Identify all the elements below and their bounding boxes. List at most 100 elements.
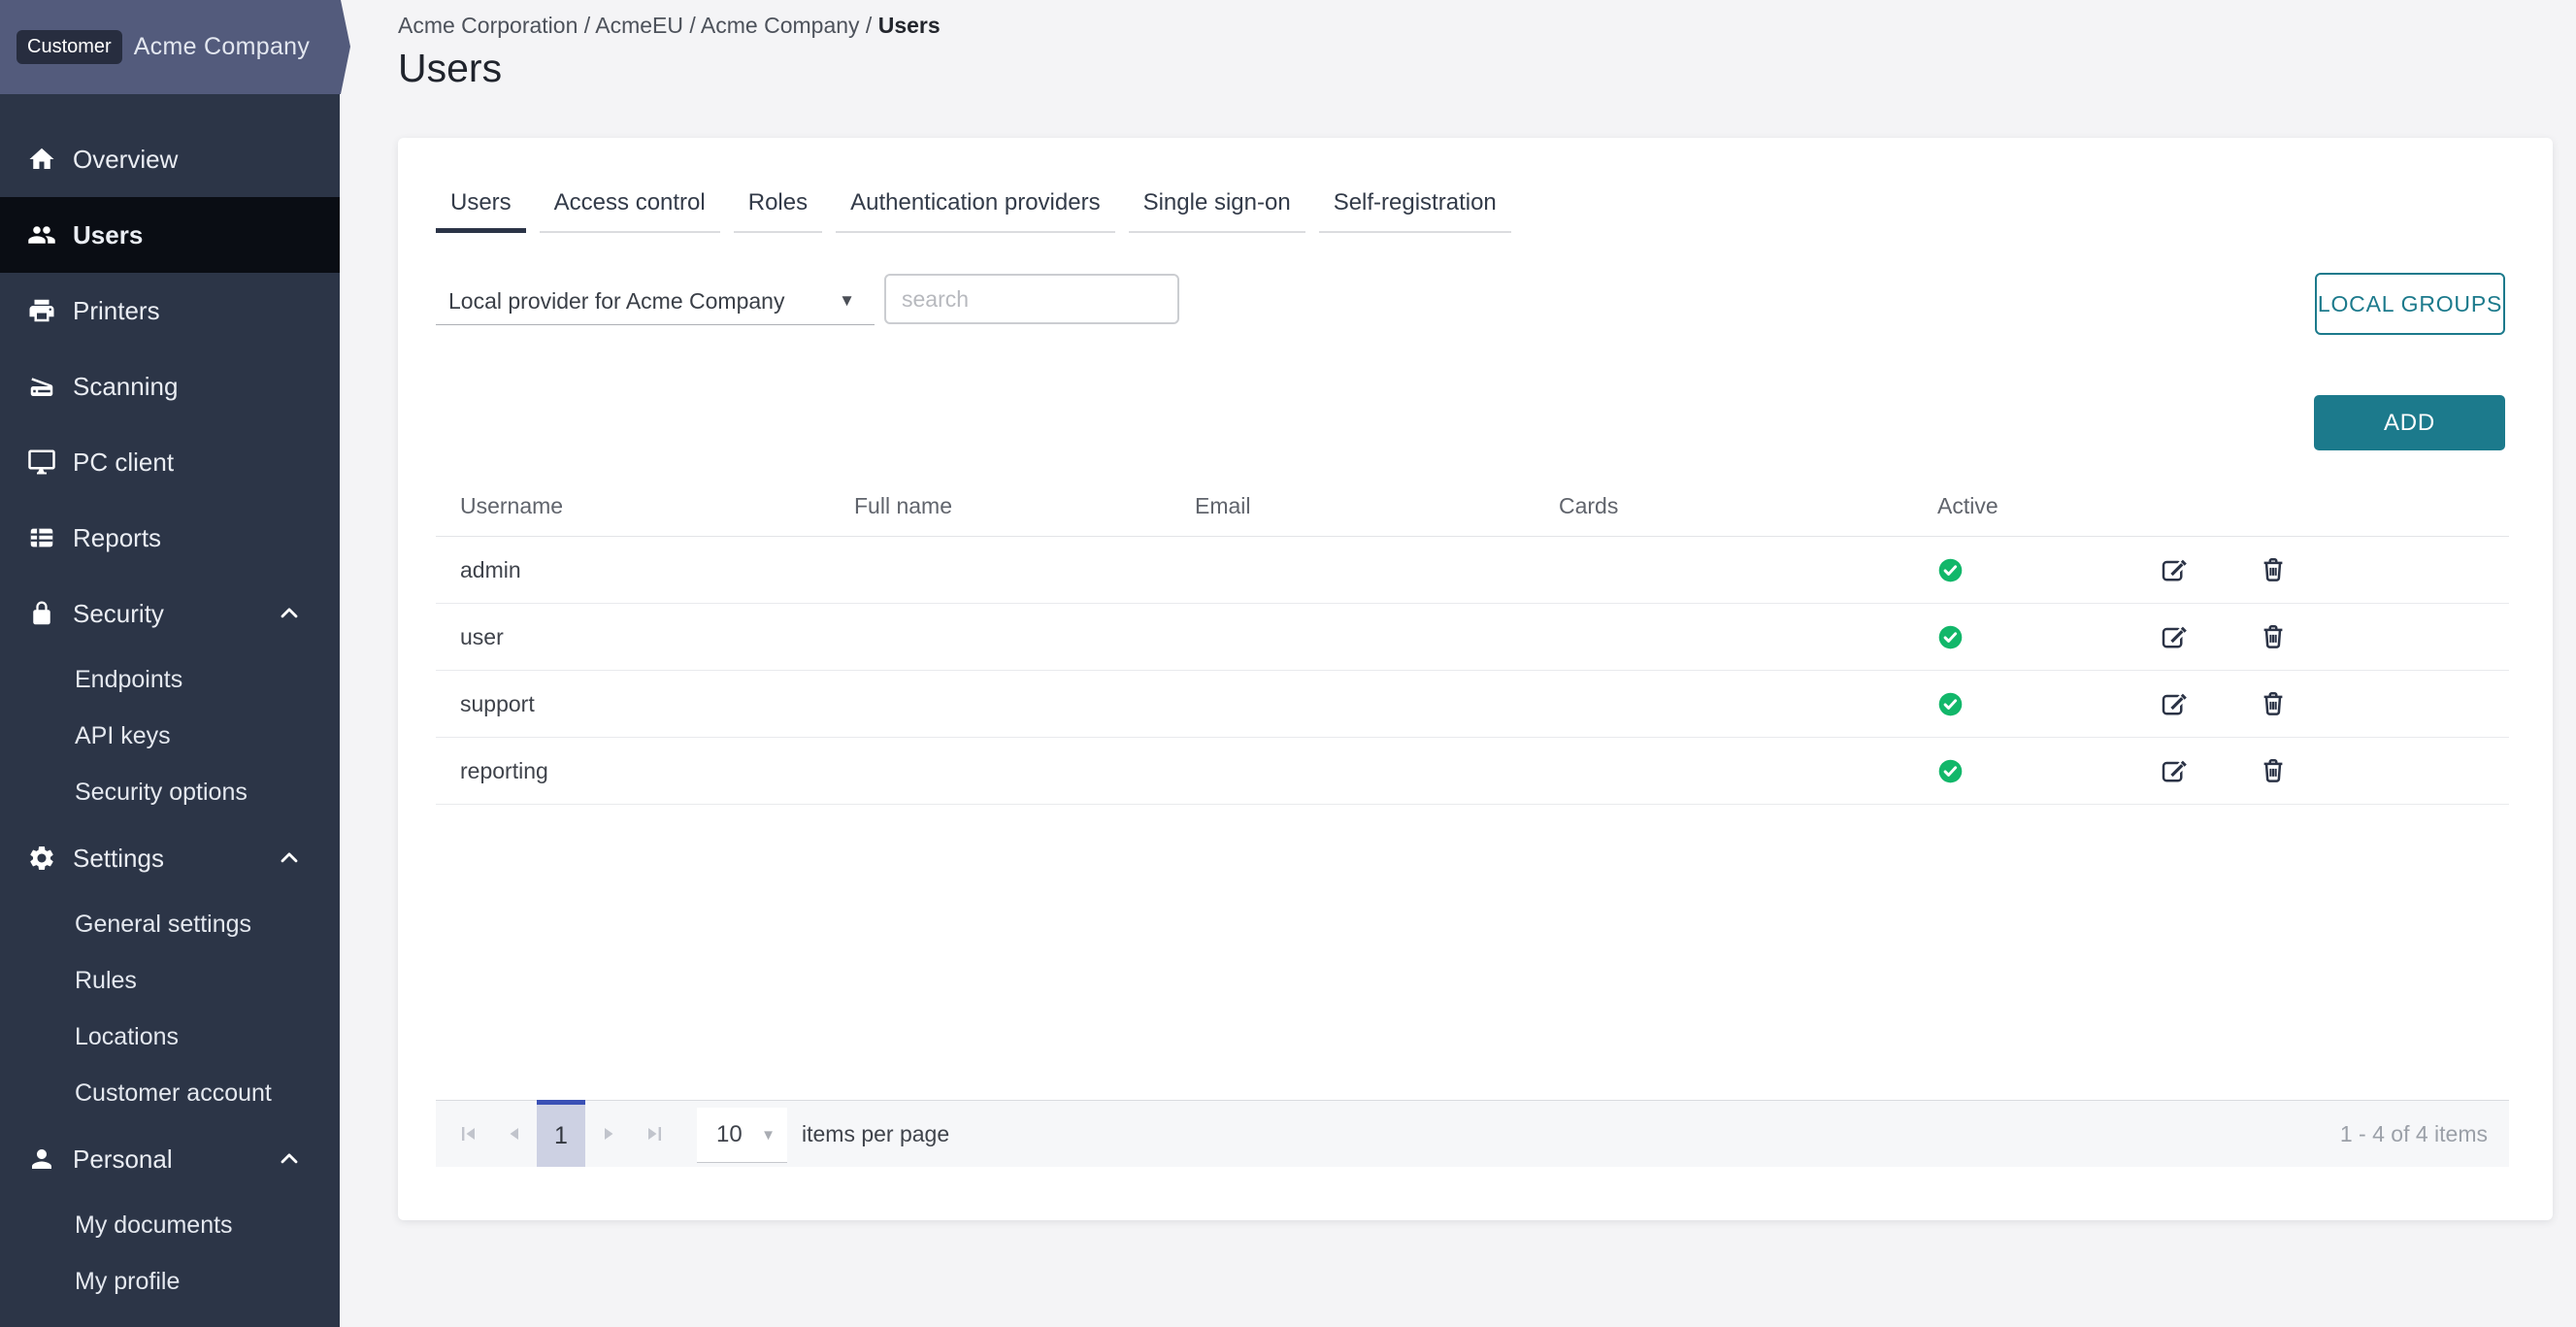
sidebar-item-overview[interactable]: Overview [0, 121, 340, 197]
auth-provider-select[interactable]: Local provider for Acme Company ▼ [436, 283, 875, 325]
row-actions [2131, 555, 2509, 584]
column-header-full-name[interactable]: Full name [854, 493, 1195, 519]
search-input[interactable] [884, 274, 1179, 324]
column-header-active[interactable]: Active [1937, 493, 2131, 519]
sidebar-item-my-documents[interactable]: My documents [0, 1197, 340, 1253]
page-number-button[interactable]: 1 [537, 1100, 585, 1167]
cell-username: reporting [436, 758, 854, 784]
sidebar-item-label: Settings [73, 844, 164, 874]
delete-user-button[interactable] [2259, 689, 2288, 718]
users-icon [27, 220, 56, 249]
delete-user-button[interactable] [2259, 622, 2288, 651]
breadcrumb[interactable]: Acme Corporation / AcmeEU / Acme Company… [398, 13, 941, 39]
edit-icon [2160, 622, 2189, 651]
reports-icon [27, 523, 56, 552]
delete-icon [2259, 555, 2288, 584]
sidebar-item-label: Security options [75, 779, 248, 807]
cell-username: support [436, 691, 854, 717]
sidebar-item-locations[interactable]: Locations [0, 1009, 340, 1065]
tab-users[interactable]: Users [436, 189, 526, 233]
sidebar-item-personal[interactable]: Personal [0, 1121, 340, 1197]
sidebar-item-customer-account[interactable]: Customer account [0, 1065, 340, 1121]
active-check-icon [1937, 624, 1964, 650]
add-user-button[interactable]: ADD [2314, 395, 2505, 450]
items-per-page-label: items per page [802, 1121, 949, 1147]
delete-user-button[interactable] [2259, 756, 2288, 785]
sidebar-nav: Overview Users Printers ScanningPC client Re… [0, 94, 340, 1310]
breadcrumb-segment[interactable]: AcmeEU [595, 13, 683, 38]
tab-authentication-providers[interactable]: Authentication providers [836, 189, 1114, 233]
edit-icon [2160, 689, 2189, 718]
sidebar-item-settings[interactable]: Settings [0, 820, 340, 896]
sidebar-item-label: Printers [73, 296, 160, 326]
delete-icon [2259, 756, 2288, 785]
breadcrumb-segment[interactable]: Acme Company [701, 13, 860, 38]
person-icon [27, 1145, 56, 1174]
tab-access-control[interactable]: Access control [540, 189, 720, 233]
chevron-up-icon[interactable] [276, 845, 303, 872]
page-size-select[interactable]: 10 ▼ [697, 1108, 787, 1163]
edit-user-button[interactable] [2160, 555, 2189, 584]
next-page-icon [597, 1122, 620, 1145]
tab-roles[interactable]: Roles [734, 189, 822, 233]
previous-page-icon [503, 1122, 526, 1145]
local-groups-button[interactable]: LOCAL GROUPS [2315, 273, 2505, 335]
sidebar-item-my-profile[interactable]: My profile [0, 1253, 340, 1310]
column-header-username[interactable]: Username [436, 493, 854, 519]
sidebar-item-printers[interactable]: Printers [0, 273, 340, 348]
row-actions [2131, 622, 2509, 651]
customer-banner: Customer Acme Company [0, 0, 350, 94]
table-row[interactable]: reporting [436, 738, 2509, 805]
sidebar-item-rules[interactable]: Rules [0, 952, 340, 1009]
edit-user-button[interactable] [2160, 622, 2189, 651]
home-icon [27, 145, 56, 174]
gear-icon [27, 844, 56, 873]
sidebar-item-security[interactable]: Security [0, 576, 340, 651]
pagination-bar: 1 10 ▼ items per page 1 - 4 of 4 items [436, 1100, 2509, 1167]
column-header-cards[interactable]: Cards [1559, 493, 1937, 519]
sidebar-item-label: Personal [73, 1145, 173, 1175]
next-page-button[interactable] [585, 1101, 631, 1167]
sidebar: Overview Users Printers ScanningPC client Re… [0, 0, 340, 1327]
sidebar-item-label: Reports [73, 523, 161, 553]
sidebar-item-label: Endpoints [75, 666, 182, 694]
cell-username: user [436, 624, 854, 650]
tab-single-sign-on[interactable]: Single sign-on [1129, 189, 1305, 233]
edit-user-button[interactable] [2160, 689, 2189, 718]
tab-self-registration[interactable]: Self-registration [1319, 189, 1511, 233]
last-page-button[interactable] [631, 1101, 677, 1167]
table-row[interactable]: user [436, 604, 2509, 671]
first-page-button[interactable] [446, 1101, 491, 1167]
sidebar-item-pc-client[interactable]: PC client [0, 424, 340, 500]
sidebar-item-endpoints[interactable]: Endpoints [0, 651, 340, 708]
pagination-range-label: 1 - 4 of 4 items [2340, 1101, 2488, 1168]
page-title: Users [398, 46, 502, 91]
delete-icon [2259, 622, 2288, 651]
edit-icon [2160, 555, 2189, 584]
breadcrumb-segment[interactable]: Acme Corporation [398, 13, 578, 38]
monitor-icon [27, 448, 56, 477]
sidebar-item-general-settings[interactable]: General settings [0, 896, 340, 952]
users-table: UsernameFull nameEmailCardsActive admin u… [436, 476, 2509, 805]
sidebar-item-scanning[interactable]: Scanning [0, 348, 340, 424]
edit-user-button[interactable] [2160, 756, 2189, 785]
chevron-up-icon[interactable] [276, 1145, 303, 1173]
column-header-email[interactable]: Email [1195, 493, 1559, 519]
chevron-up-icon[interactable] [276, 600, 303, 627]
breadcrumb-current: Users [878, 13, 941, 38]
previous-page-button[interactable] [491, 1101, 537, 1167]
sidebar-item-users[interactable]: Users [0, 197, 340, 273]
sidebar-item-label: API keys [75, 722, 171, 750]
lock-icon [27, 599, 56, 628]
active-check-icon [1937, 557, 1964, 583]
delete-user-button[interactable] [2259, 555, 2288, 584]
sidebar-item-reports[interactable]: Reports [0, 500, 340, 576]
active-check-icon [1937, 758, 1964, 784]
sidebar-item-api-keys[interactable]: API keys [0, 708, 340, 764]
sidebar-item-security-options[interactable]: Security options [0, 764, 340, 820]
table-row[interactable]: support [436, 671, 2509, 738]
chevron-down-icon: ▼ [839, 291, 855, 311]
sidebar-item-label: Customer account [75, 1079, 272, 1108]
sidebar-item-label: Users [73, 220, 143, 250]
table-row[interactable]: admin [436, 537, 2509, 604]
